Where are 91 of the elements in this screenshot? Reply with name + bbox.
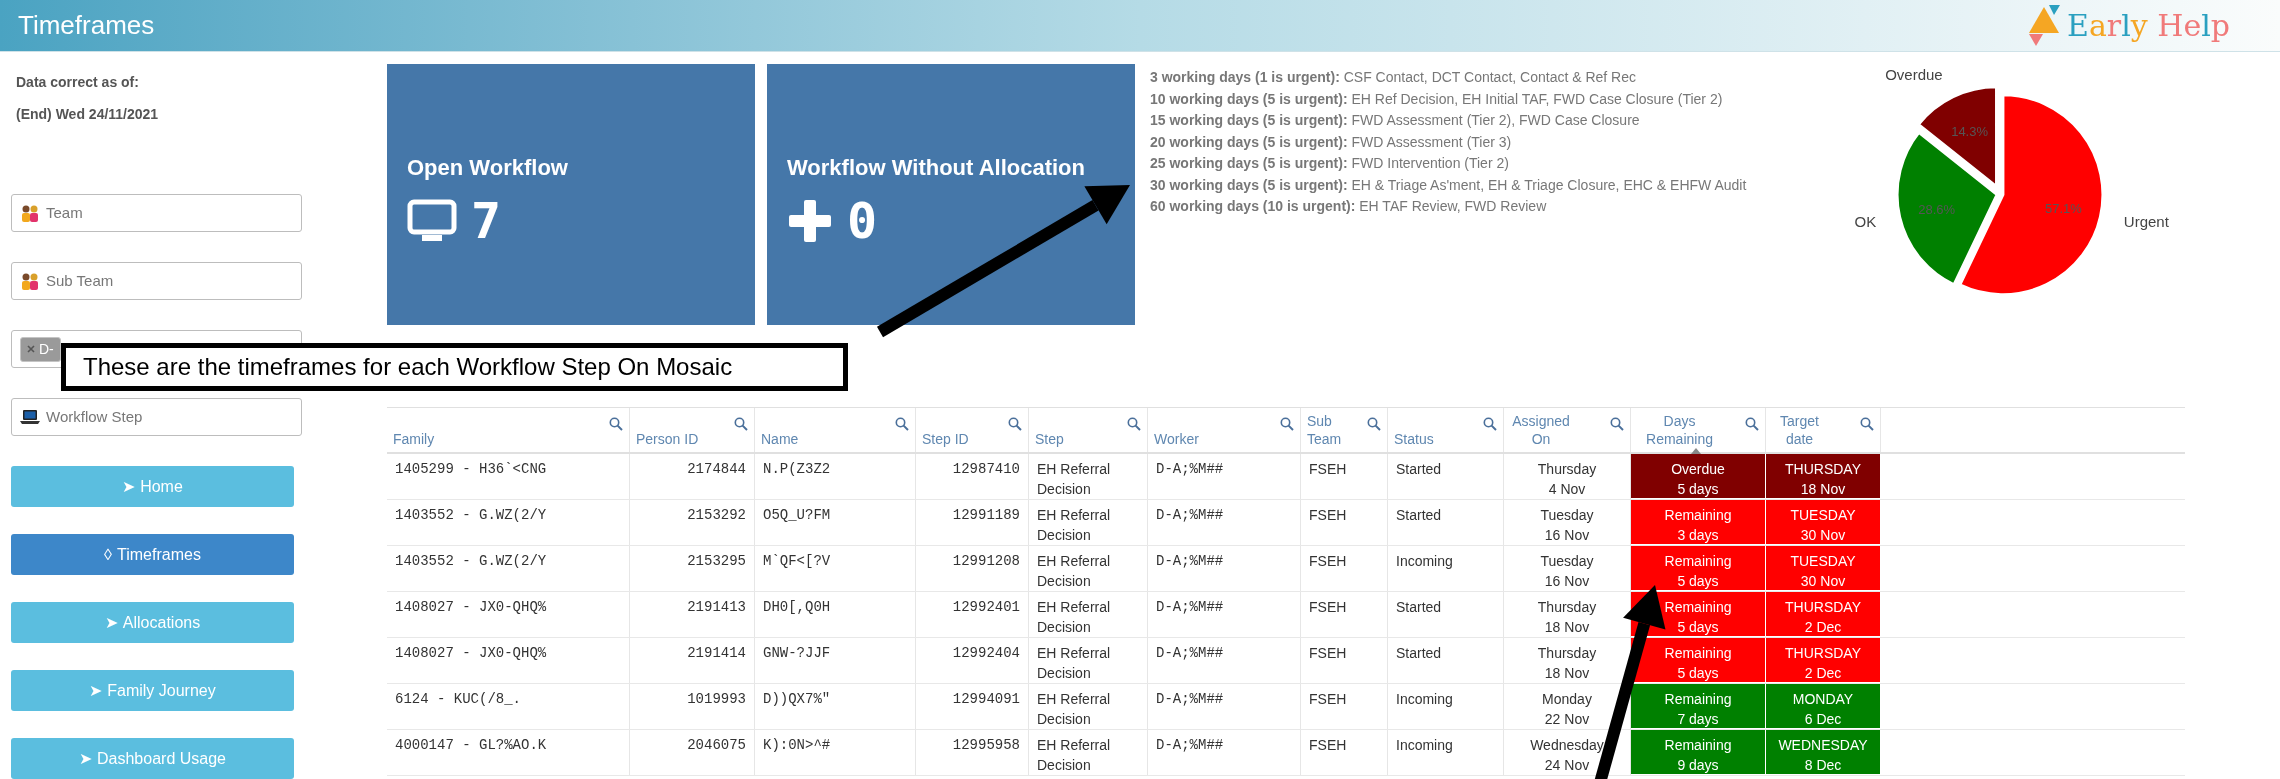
table-cell: TUESDAY 30 Nov — [1766, 546, 1881, 591]
table-cell: 1019993 — [630, 684, 755, 729]
table-cell: FSEH — [1301, 684, 1388, 729]
table-cell: D-A;%M## — [1148, 500, 1301, 545]
table-cell: 12992401 — [916, 592, 1029, 637]
table-cell: WEDNESDAY 8 Dec — [1766, 730, 1881, 775]
table-cell: 12991189 — [916, 500, 1029, 545]
table-cell: D-A;%M## — [1148, 546, 1301, 591]
timeframe-rule: 20 working days (5 is urgent): FWD Assessment (Tier 3) — [1150, 132, 1513, 152]
table-cell: FSEH — [1301, 638, 1388, 683]
table-cell: D-A;%M## — [1148, 638, 1301, 683]
table-cell: 1403552 - G.WZ(2/Y — [387, 546, 630, 591]
table-cell: THURSDAY 2 Dec — [1766, 638, 1881, 683]
table-cell: Remaining 5 days — [1631, 638, 1766, 683]
table-cell: K):0N>^# — [755, 730, 916, 775]
table-cell: Remaining 5 days — [1631, 546, 1766, 591]
table-cell: FSEH — [1301, 546, 1388, 591]
table-cell: 12995958 — [916, 730, 1029, 775]
table-cell: 1403552 - G.WZ(2/Y — [387, 500, 630, 545]
table-cell: FSEH — [1301, 592, 1388, 637]
table-cell: 2153292 — [630, 500, 755, 545]
timeframe-rule: 30 working days (5 is urgent): EH & Triage As'ment, EH & Triage Closure, EHC & EHFW Audit — [1150, 175, 1747, 195]
table-cell: Remaining 9 days — [1631, 730, 1766, 775]
table-cell: 1408027 - JX0-QHQ% — [387, 592, 630, 637]
table-cell: Incoming — [1388, 684, 1504, 729]
table-cell: EH Referral Decision — [1029, 454, 1148, 499]
table-cell: Started — [1388, 638, 1504, 683]
table-cell: MONDAY 6 Dec — [1766, 684, 1881, 729]
timeframe-rule: 60 working days (10 is urgent): EH TAF Review, FWD Review — [1150, 197, 1548, 216]
table-cell: Incoming — [1388, 730, 1504, 775]
tile-value: 0 — [847, 190, 878, 252]
table-cell: 12992404 — [916, 638, 1029, 683]
table-cell: Incoming — [1388, 546, 1504, 591]
table-cell: 2191413 — [630, 592, 755, 637]
timeframe-rule: 10 working days (5 is urgent): EH Ref Decision, EH Initial TAF, FWD Case Closure (Tier 2) — [1150, 89, 1724, 109]
table-cell: 12994091 — [916, 684, 1029, 729]
slice-label: Overdue — [1885, 66, 1943, 84]
table-cell: 1405299 - H36`<CNG — [387, 454, 630, 499]
timeframe-rule: 3 working days (1 is urgent): CSF Contact, DCT Contact, Contact & Ref Rec — [1150, 68, 1637, 87]
table-cell: 1408027 - JX0-QHQ% — [387, 638, 630, 683]
table-cell: TUESDAY 30 Nov — [1766, 500, 1881, 545]
page-title: Timeframes — [18, 9, 155, 42]
table-cell: 2153295 — [630, 546, 755, 591]
table-cell: Remaining 3 days — [1631, 500, 1766, 545]
logo-text: Early Help — [2067, 7, 2230, 45]
table-cell: Remaining 7 days — [1631, 684, 1766, 729]
table-cell: EH Referral Decision — [1029, 592, 1148, 637]
table-cell: EH Referral Decision — [1029, 638, 1148, 683]
table-cell: N.P(Z3Z2 — [755, 454, 916, 499]
timeframe-rule: 25 working days (5 is urgent): FWD Intervention (Tier 2) — [1150, 154, 1510, 173]
slice-value: 57.1% — [2044, 201, 2082, 217]
table-cell: M`QF<[?V — [755, 546, 916, 591]
slice-value: 28.6% — [1918, 201, 1956, 217]
table-cell: D))QX7%" — [755, 684, 916, 729]
table-cell: 12987410 — [916, 454, 1029, 499]
table-cell: EH Referral Decision — [1029, 684, 1148, 729]
annotation-tooltip: These are the timeframes for each Workflow Step On Mosaic — [61, 343, 848, 391]
timeframe-rule: 15 working days (5 is urgent): FWD Assessment (Tier 2), FWD Case Closure — [1150, 111, 1641, 130]
table-cell: O5Q_U?FM — [755, 500, 916, 545]
table-cell: FSEH — [1301, 500, 1388, 545]
table-cell: THURSDAY 2 Dec — [1766, 592, 1881, 637]
table-cell: D-A;%M## — [1148, 684, 1301, 729]
tile-value: 7 — [471, 190, 502, 252]
tile-title: Open Workflow — [407, 153, 569, 182]
data-note: Data correct as of: — [15, 73, 140, 92]
table-cell: 2046075 — [630, 730, 755, 775]
table-cell: EH Referral Decision — [1029, 500, 1148, 545]
table-cell: Started — [1388, 500, 1504, 545]
table-cell: D-A;%M## — [1148, 592, 1301, 637]
table-cell: Started — [1388, 592, 1504, 637]
table-cell: 6124 - KUC(/8_. — [387, 684, 630, 729]
table-cell: Started — [1388, 454, 1504, 499]
table-cell: 4000147 - GL?%AO.K — [387, 730, 630, 775]
table-cell: THURSDAY 18 Nov — [1766, 454, 1881, 499]
table-cell: FSEH — [1301, 730, 1388, 775]
tile-title: Workflow Without Allocation — [787, 153, 1086, 182]
table-cell: FSEH — [1301, 454, 1388, 499]
table-cell: 12991208 — [916, 546, 1029, 591]
table-cell: 2191414 — [630, 638, 755, 683]
table-cell: 2174844 — [630, 454, 755, 499]
slice-label: Urgent — [2123, 213, 2169, 231]
slice-label: OK — [1854, 213, 1877, 231]
table-cell: Overdue 5 days — [1631, 454, 1766, 499]
table-cell: DH0[,Q0H — [755, 592, 916, 637]
data-note: (End) Wed 24/11/2021 — [15, 105, 160, 124]
table-cell: D-A;%M## — [1148, 454, 1301, 499]
table-cell: D-A;%M## — [1148, 730, 1301, 775]
table-cell: GNW-?JJF — [755, 638, 916, 683]
slice-value: 14.3% — [1951, 123, 1989, 139]
table-cell: EH Referral Decision — [1029, 546, 1148, 591]
table-cell: EH Referral Decision — [1029, 730, 1148, 775]
